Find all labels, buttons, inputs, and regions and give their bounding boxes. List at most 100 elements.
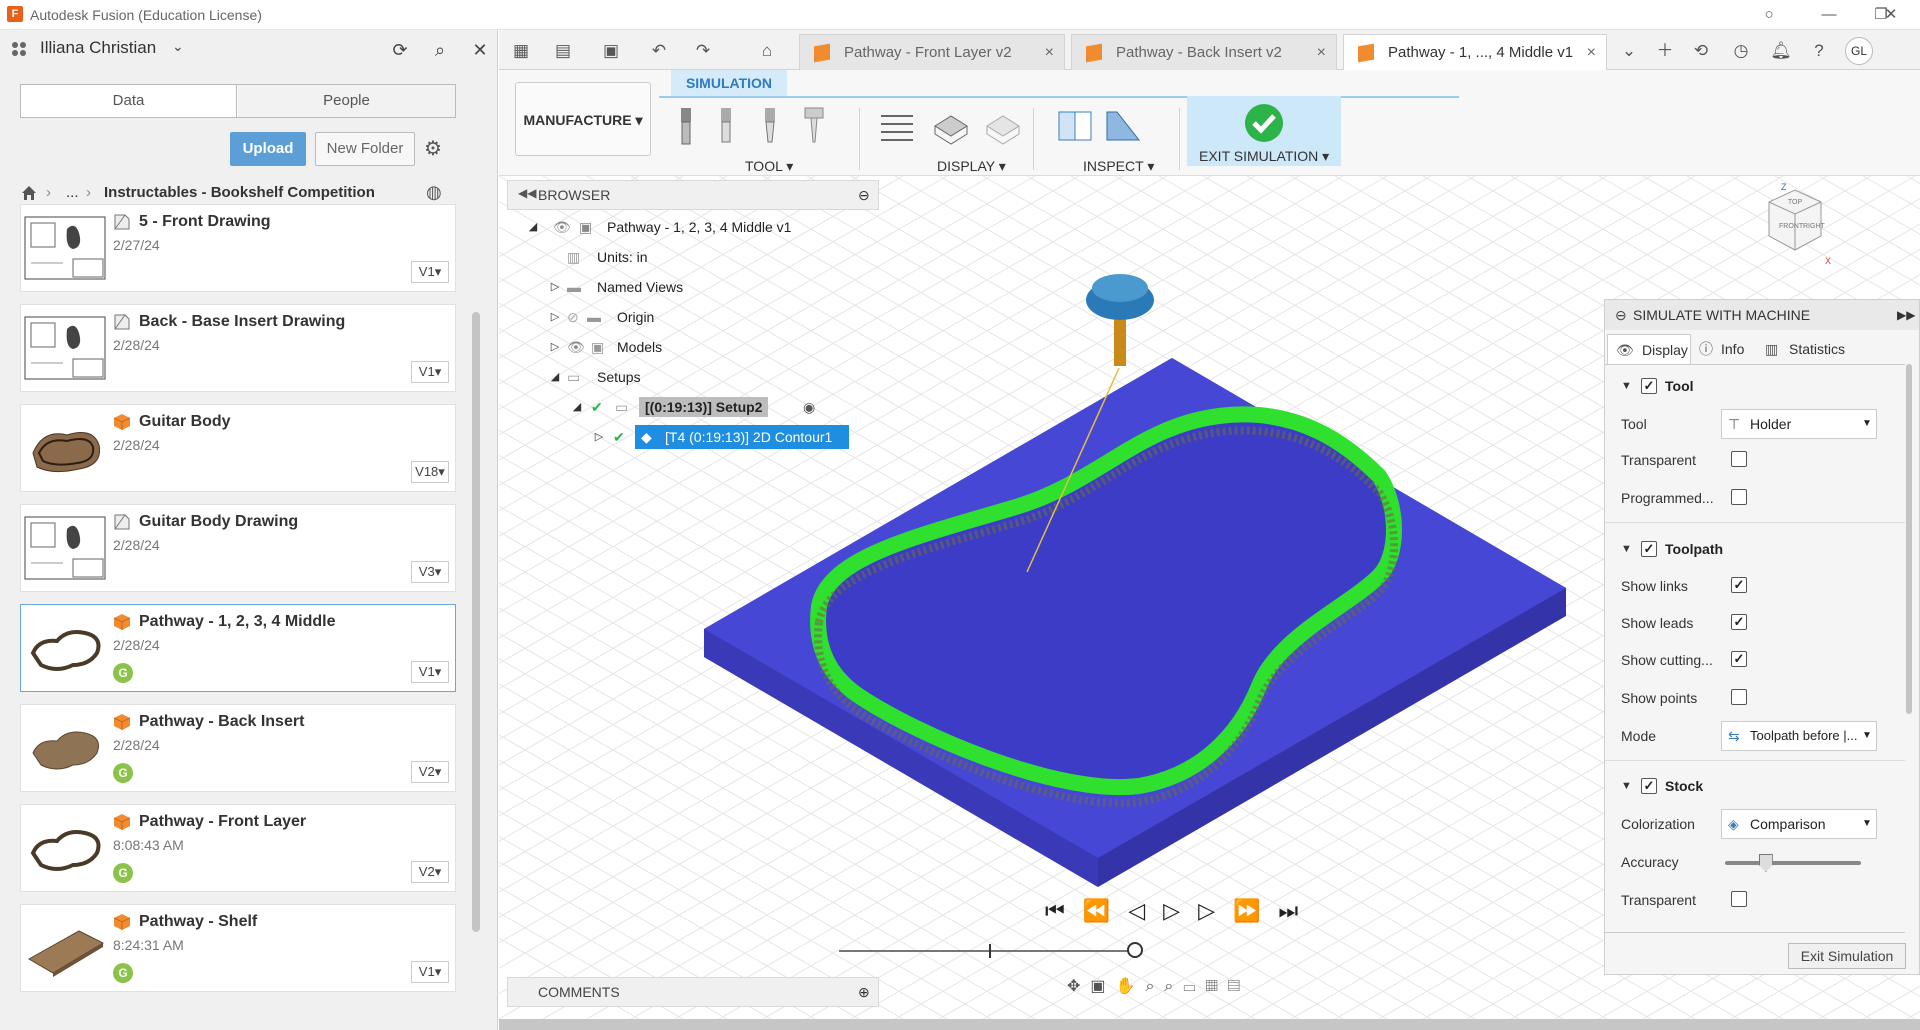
help-circle-icon[interactable]: ○ (1758, 4, 1780, 26)
hub-grid-icon[interactable] (10, 40, 28, 58)
programmed-checkbox[interactable] (1731, 489, 1747, 505)
sim-panel-scrollbar[interactable] (1906, 364, 1912, 714)
help-icon[interactable]: ? (1805, 38, 1833, 64)
zoom-window-icon[interactable]: ⌕ (1164, 978, 1183, 995)
browser-options-icon[interactable]: ⊖ (858, 187, 870, 204)
skip-to-end-icon[interactable]: ⏭ (1278, 898, 1316, 923)
ribbon-group-inspect[interactable]: INSPECT ▾ (1083, 158, 1154, 175)
skip-to-start-icon[interactable]: ⏮ (1045, 898, 1083, 923)
play-icon[interactable]: ▷ (1163, 898, 1198, 923)
tab-statistics[interactable]: ▥ Statistics (1761, 334, 1881, 364)
file-menu-icon[interactable]: ▤ (549, 38, 577, 64)
tab-people[interactable]: People (238, 85, 455, 117)
doc-tab-middle[interactable]: Pathway - 1, ..., 4 Middle v1 × (1343, 34, 1607, 70)
expand-arrow-icon[interactable]: ◢ (571, 392, 583, 422)
show-links-checkbox[interactable]: ✓ (1731, 577, 1747, 593)
step-forward-icon[interactable]: ⏩ (1233, 898, 1278, 923)
scrollbar[interactable] (472, 312, 480, 932)
file-card[interactable]: Pathway - Shelf 8:24:31 AM G V1▾ (20, 904, 456, 992)
browser-node-setup2[interactable]: ◢ ✔ ▭ [(0:19:13)] Setup2 ◉ (573, 392, 833, 422)
orbit-icon[interactable]: ✥ (1067, 978, 1090, 995)
ribbon-group-tool[interactable]: TOOL ▾ (745, 158, 793, 175)
new-folder-button[interactable]: New Folder (315, 132, 415, 166)
view-cube-right-label[interactable]: RIGHT (1803, 223, 1826, 230)
tab-simulation[interactable]: SIMULATION (671, 70, 787, 96)
collapse-browser-icon[interactable]: ◀◀ (518, 186, 536, 200)
redo-icon[interactable]: ↷ (689, 38, 717, 64)
mode-dropdown[interactable]: ⇆ Toolpath before |... ▼ (1721, 721, 1877, 751)
panel-expand-icon[interactable]: ▶▶ (1897, 300, 1915, 330)
expand-arrow-icon[interactable]: ◢ (549, 362, 561, 392)
view-cube[interactable]: TOP FRONT RIGHT Z X (1747, 180, 1837, 270)
version-dropdown[interactable]: V1▾ (411, 661, 449, 683)
eye-icon[interactable]: 👁︎ (567, 332, 585, 362)
section-collapse-arrow-icon[interactable]: ▼ (1621, 543, 1632, 555)
version-dropdown[interactable]: V1▾ (411, 961, 449, 983)
timeline-end-handle[interactable] (1127, 942, 1143, 958)
sim-panel-header[interactable]: ⊖ SIMULATE WITH MACHINE ▶▶ (1605, 300, 1919, 330)
eye-icon[interactable]: 👁︎ (553, 212, 571, 242)
notifications-bell-icon[interactable]: 🔔︎ (1767, 38, 1795, 64)
view-cube-top-label[interactable]: TOP (1788, 199, 1803, 206)
file-card[interactable]: Back - Base Insert Drawing 2/28/24 V1▾ (20, 304, 456, 392)
flat-end-mill-icon[interactable] (669, 106, 703, 146)
grid-settings-icon[interactable]: ▦ (1206, 978, 1228, 995)
ribbon-group-display[interactable]: DISPLAY ▾ (937, 158, 1006, 175)
pan-hand-icon[interactable]: ✋ (1116, 978, 1146, 995)
view-cube-front-label[interactable]: FRONT (1779, 223, 1804, 230)
version-dropdown[interactable]: V2▾ (411, 861, 449, 883)
file-card[interactable]: 5 - Front Drawing 2/27/24 V1▾ (20, 204, 456, 292)
next-frame-icon[interactable]: ▷ (1198, 898, 1233, 923)
breadcrumb-current[interactable]: Instructables - Bookshelf Competition (104, 184, 375, 201)
zoom-icon[interactable]: ⌕ (1145, 978, 1164, 995)
search-icon[interactable]: ⌕ (428, 38, 452, 62)
version-dropdown[interactable]: V3▾ (411, 561, 449, 583)
expand-arrow-icon[interactable]: ▷ (549, 272, 561, 302)
exit-simulation-button[interactable]: Exit Simulation (1788, 943, 1906, 969)
extensions-icon[interactable]: ⟲ (1687, 38, 1715, 64)
expand-arrow-icon[interactable]: ▷ (593, 422, 605, 452)
chevron-down-icon[interactable]: ⌄ (172, 38, 184, 55)
toolpath-lines-icon[interactable] (877, 106, 917, 146)
breadcrumb-ellipsis[interactable]: ... (66, 184, 79, 201)
close-tab-icon[interactable]: × (1317, 35, 1326, 71)
colorization-dropdown[interactable]: ◈ Comparison ▼ (1721, 809, 1877, 839)
comments-panel-header[interactable]: COMMENTS ⊕ (507, 977, 879, 1007)
doc-tab-back-insert[interactable]: Pathway - Back Insert v2 × (1071, 34, 1337, 70)
tool-section-checkbox[interactable]: ✓ (1641, 378, 1657, 394)
file-card[interactable]: Pathway - Back Insert 2/28/24 G V2▾ (20, 704, 456, 792)
close-window-button[interactable]: ✕ (1880, 4, 1902, 26)
chamfer-mill-icon[interactable] (753, 106, 787, 146)
show-points-checkbox[interactable] (1731, 689, 1747, 705)
home-tab-icon[interactable]: ⌂ (753, 38, 781, 64)
tab-info[interactable]: ⓘ Info (1695, 334, 1757, 364)
stock-transparent-icon[interactable] (983, 106, 1023, 146)
close-tab-icon[interactable]: × (1587, 35, 1596, 71)
save-icon[interactable]: ▣ (597, 38, 625, 64)
exit-simulation-ribbon-button[interactable]: EXIT SIMULATION ▾ (1187, 96, 1341, 166)
account-avatar[interactable]: GL (1845, 37, 1873, 65)
expand-arrow-icon[interactable]: ◢ (527, 212, 539, 242)
settings-gear-icon[interactable]: ⚙ (424, 136, 442, 161)
active-setup-radio-icon[interactable]: ◉ (803, 392, 815, 422)
bull-nose-mill-icon[interactable] (709, 106, 743, 146)
tool-transparent-checkbox[interactable] (1731, 451, 1747, 467)
version-dropdown[interactable]: V18▾ (411, 461, 449, 483)
show-cutting-checkbox[interactable]: ✓ (1731, 651, 1747, 667)
hidden-eye-icon[interactable]: ⊘ (567, 302, 579, 332)
toolpath-section-checkbox[interactable]: ✓ (1641, 541, 1657, 557)
browser-panel-header[interactable]: ◀◀ BROWSER ⊖ (507, 180, 879, 210)
version-dropdown[interactable]: V1▾ (411, 261, 449, 283)
job-status-clock-icon[interactable]: ◷ (1727, 38, 1755, 64)
tab-display[interactable]: 👁︎ Display (1607, 334, 1691, 364)
new-tab-plus-icon[interactable]: ＋ (1651, 38, 1679, 64)
accuracy-slider-track[interactable] (1725, 861, 1861, 865)
accuracy-slider-thumb[interactable] (1758, 854, 1773, 872)
section-collapse-arrow-icon[interactable]: ▼ (1621, 380, 1632, 392)
version-dropdown[interactable]: V1▾ (411, 361, 449, 383)
expand-arrow-icon[interactable]: ▷ (549, 332, 561, 362)
look-at-icon[interactable]: ▣ (1090, 978, 1115, 995)
refresh-icon[interactable]: ⟳ (388, 38, 412, 62)
engrave-tool-icon[interactable] (797, 106, 831, 146)
display-settings-icon[interactable]: ▭ (1183, 978, 1205, 995)
